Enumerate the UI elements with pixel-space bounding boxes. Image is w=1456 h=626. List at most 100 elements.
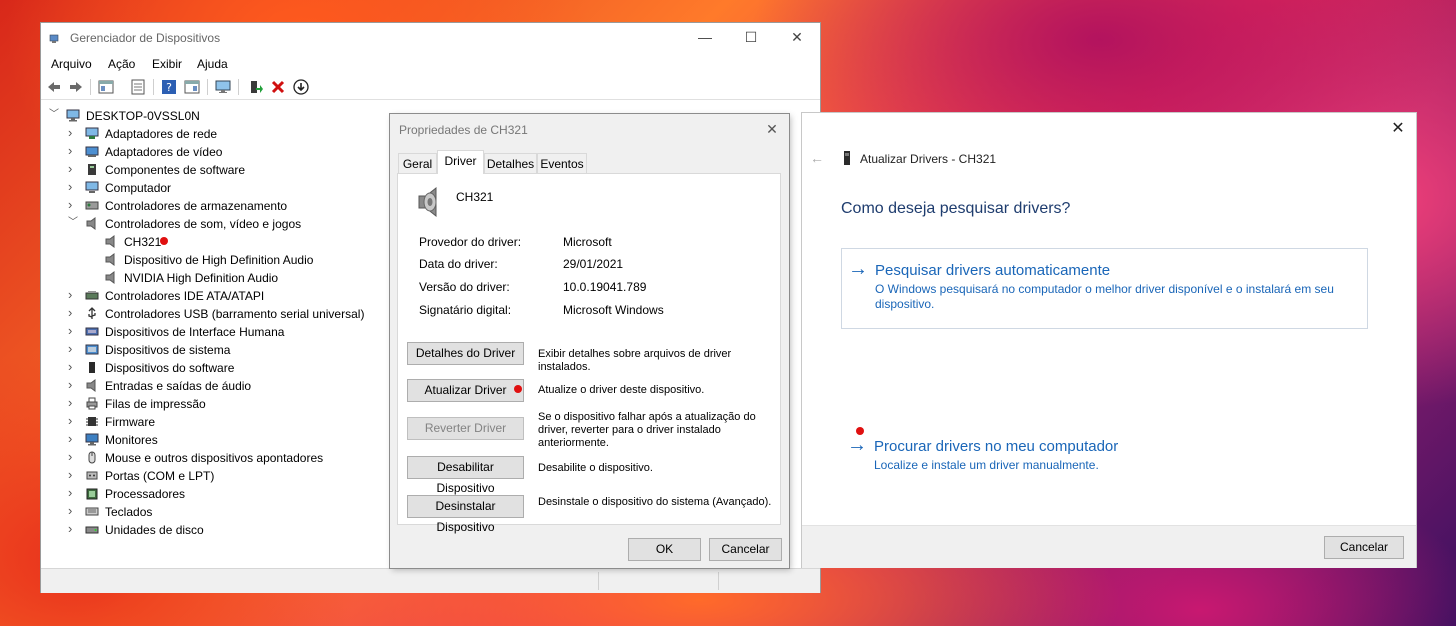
collapse-chevron-icon[interactable]: ﹀ xyxy=(49,110,59,120)
download-driver-icon[interactable] xyxy=(293,79,309,95)
tab-eventos[interactable]: Eventos xyxy=(537,153,587,174)
cancel-button[interactable]: Cancelar xyxy=(1324,536,1404,559)
tab-driver[interactable]: Driver xyxy=(437,150,484,174)
date-label: Data do driver: xyxy=(419,257,498,271)
title-bar: Gerenciador de Dispositivos — ☐ ✕ xyxy=(41,23,820,53)
menu-ajuda[interactable]: Ajuda xyxy=(197,57,228,71)
update-driver-button[interactable]: Atualizar Driver xyxy=(407,379,524,402)
disk-drive-icon xyxy=(85,526,99,534)
status-divider xyxy=(718,572,719,590)
display-adapter-icon xyxy=(85,146,99,157)
expand-chevron-icon[interactable]: › xyxy=(68,414,78,427)
tab-detalhes[interactable]: Detalhes xyxy=(484,153,537,174)
device-name: CH321 xyxy=(456,190,494,204)
tree-category-label: Dispositivos do software xyxy=(105,361,235,375)
tree-category-label: Unidades de disco xyxy=(105,523,204,537)
driver-tab-panel: CH321 Provedor do driver: Microsoft Data… xyxy=(397,173,781,534)
expand-chevron-icon[interactable]: › xyxy=(68,198,78,211)
maximize-button[interactable]: ☐ xyxy=(728,23,774,53)
help-icon[interactable]: ? xyxy=(161,79,177,95)
view-icon[interactable] xyxy=(184,79,200,95)
rollback-driver-button[interactable]: Reverter Driver xyxy=(407,417,524,440)
back-arrow-icon[interactable] xyxy=(46,79,62,95)
tree-category-label: Processadores xyxy=(105,487,186,501)
uninstall-device-icon[interactable] xyxy=(270,79,286,95)
computer-icon xyxy=(85,181,99,193)
update-driver-desc: Atualize o driver deste dispositivo. xyxy=(538,384,705,396)
menu-arquivo[interactable]: Arquivo xyxy=(51,57,92,71)
tab-geral[interactable]: Geral xyxy=(398,153,437,174)
close-button[interactable]: ✕ xyxy=(774,23,820,53)
toolbar-divider xyxy=(207,79,208,95)
keyboard-icon xyxy=(85,507,99,516)
uninstall-device-button[interactable]: Desinstalar Dispositivo xyxy=(407,495,524,534)
software-component-icon xyxy=(88,164,96,175)
option-desc: O Windows pesquisará no computador o mel… xyxy=(875,282,1334,311)
update-driver-icon[interactable] xyxy=(247,79,263,95)
expand-chevron-icon[interactable]: › xyxy=(68,288,78,301)
expand-chevron-icon[interactable]: › xyxy=(68,450,78,463)
signer-label: Signatário digital: xyxy=(419,303,512,317)
processor-icon xyxy=(86,488,98,500)
dialog-title: Propriedades de CH321 xyxy=(399,123,528,137)
arrow-right-icon: → xyxy=(848,258,868,280)
option-desc: Localize e instale um driver manualmente… xyxy=(874,458,1099,472)
tree-category-label: Adaptadores de rede xyxy=(105,127,218,141)
speaker-icon xyxy=(105,253,115,266)
tree-category-label: Dispositivos de Interface Humana xyxy=(105,325,285,339)
show-hide-console-tree-icon[interactable] xyxy=(98,79,114,95)
cancel-button[interactable]: Cancelar xyxy=(709,538,782,561)
expand-chevron-icon[interactable]: › xyxy=(68,360,78,373)
wizard-question: Como deseja pesquisar drivers? xyxy=(841,200,1071,217)
expand-chevron-icon[interactable]: › xyxy=(68,162,78,175)
toolbar-divider xyxy=(90,79,91,95)
close-button[interactable]: ✕ xyxy=(1388,119,1408,139)
search-automatically-option[interactable]: → Pesquisar drivers automaticamente O Wi… xyxy=(841,248,1368,329)
expand-chevron-icon[interactable]: › xyxy=(68,144,78,157)
expand-chevron-icon[interactable]: › xyxy=(68,180,78,193)
expand-chevron-icon[interactable]: › xyxy=(68,306,78,319)
expand-chevron-icon[interactable]: › xyxy=(68,378,78,391)
monitor-icon xyxy=(85,433,99,446)
back-button[interactable]: ← xyxy=(810,150,824,166)
browse-my-computer-option[interactable]: → Procurar drivers no meu computador Loc… xyxy=(841,425,1366,483)
wizard-footer: Cancelar xyxy=(802,525,1416,568)
expand-chevron-icon[interactable]: › xyxy=(68,342,78,355)
expand-chevron-icon[interactable]: › xyxy=(68,432,78,445)
svg-text:?: ? xyxy=(166,81,172,94)
rollback-driver-desc: Se o dispositivo falhar após a atualizaç… xyxy=(538,411,756,449)
scan-hardware-icon[interactable] xyxy=(215,79,231,95)
minimize-button[interactable]: — xyxy=(682,23,728,53)
expand-chevron-icon[interactable]: › xyxy=(68,504,78,517)
speaker-icon xyxy=(418,186,437,218)
menu-exibir[interactable]: Exibir xyxy=(152,57,182,71)
disable-device-button[interactable]: Desabilitar Dispositivo xyxy=(407,456,524,495)
port-icon xyxy=(86,471,98,480)
forward-arrow-icon[interactable] xyxy=(68,79,84,95)
arrow-right-icon: → xyxy=(847,434,867,456)
tree-device-label: Dispositivo de High Definition Audio xyxy=(124,253,314,267)
expand-chevron-icon[interactable]: › xyxy=(68,486,78,499)
speaker-icon xyxy=(105,235,115,248)
expand-chevron-icon[interactable]: › xyxy=(68,396,78,409)
expand-chevron-icon[interactable]: › xyxy=(68,126,78,139)
expand-chevron-icon[interactable]: › xyxy=(68,468,78,481)
tree-category-label: Entradas e saídas de áudio xyxy=(105,379,252,393)
tree-category-label: Filas de impressão xyxy=(105,397,206,411)
tree-category-label: Computador xyxy=(105,181,172,195)
menu-acao[interactable]: Ação xyxy=(108,57,135,71)
tree-category-label: Firmware xyxy=(105,415,155,429)
collapse-chevron-icon[interactable]: ﹀ xyxy=(68,218,78,228)
driver-details-button[interactable]: Detalhes do Driver xyxy=(407,342,524,365)
tree-category-label: Mouse e outros dispositivos apontadores xyxy=(105,451,324,465)
properties-dialog: Propriedades de CH321 ✕ Geral Driver Det… xyxy=(390,114,789,568)
tree-category-label: Controladores USB (barramento serial uni… xyxy=(105,307,365,321)
dialog-close-button[interactable]: ✕ xyxy=(761,118,783,140)
tree-category-label: Dispositivos de sistema xyxy=(105,343,231,357)
expand-chevron-icon[interactable]: › xyxy=(68,324,78,337)
expand-chevron-icon[interactable]: › xyxy=(68,522,78,535)
ok-button[interactable]: OK xyxy=(628,538,701,561)
properties-icon[interactable] xyxy=(130,79,146,95)
hid-icon xyxy=(85,327,99,336)
print-queue-icon xyxy=(86,397,98,410)
